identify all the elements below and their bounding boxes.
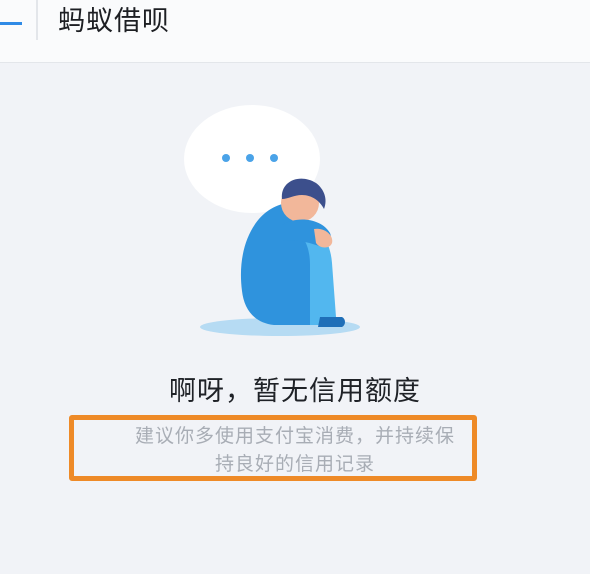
app-header: 蚂蚁借呗: [0, 0, 590, 63]
sad-person-speech-bubble-icon: [184, 105, 360, 336]
empty-state-description: 建议你多使用支付宝消费，并持续保 持良好的信用记录: [0, 422, 590, 478]
page-title: 蚂蚁借呗: [58, 6, 170, 37]
header-divider: [36, 0, 38, 40]
empty-state-title: 啊呀，暂无信用额度: [169, 376, 421, 407]
description-line-1: 建议你多使用支付宝消费，并持续保: [134, 425, 455, 447]
back-arrow-icon[interactable]: [0, 6, 32, 46]
description-line-2: 持良好的信用记录: [214, 453, 375, 475]
